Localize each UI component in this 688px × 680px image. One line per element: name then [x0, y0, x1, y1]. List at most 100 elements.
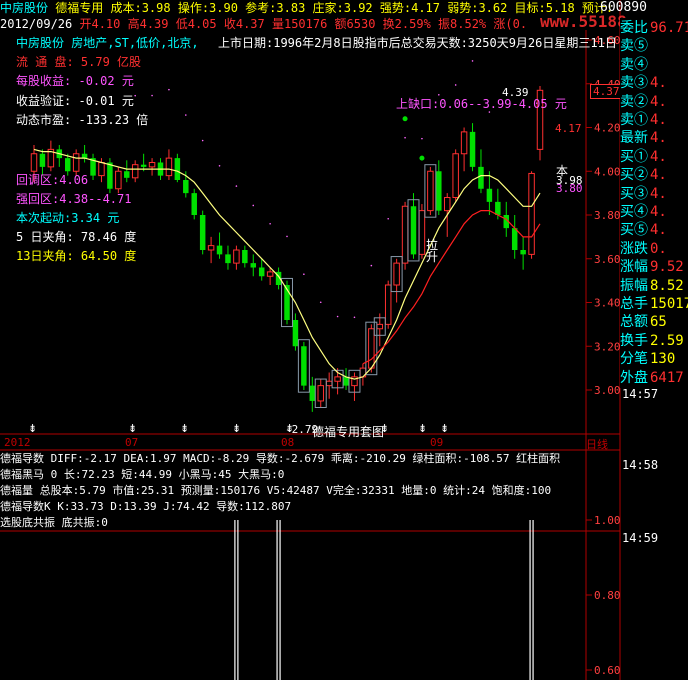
envelope-dot: [454, 84, 457, 86]
candle-body: [225, 254, 231, 264]
y-tick-label: 3.40: [594, 297, 621, 310]
quote-row: 分笔 130: [620, 349, 675, 369]
y-tick-label: 0.60: [594, 664, 621, 677]
quote-value: 65: [650, 314, 667, 331]
candle-body: [427, 170, 434, 212]
quote-row: 卖⑤: [620, 36, 650, 56]
quote-value: 9.52: [650, 259, 684, 276]
y-tick-label: 0.80: [594, 589, 621, 602]
candle-body: [469, 131, 476, 167]
candle-body: [410, 206, 417, 255]
candle-body: [207, 245, 215, 251]
quote-row: 总手 15017: [620, 294, 688, 314]
header-line1: 德福专用 成本:3.98 操作:3.90 参考:3.83 庄家:3.92 强势:…: [55, 1, 614, 15]
indicator-row-3[interactable]: 德福量 总股本:5.79 市值:25.31 预测量:150176 V5:4248…: [0, 483, 551, 499]
envelope-dot: [319, 301, 322, 304]
header-bar-2: 2012/09/26 开4.10 高4.39 低4.05 收4.37 量1501…: [0, 16, 620, 32]
quote-label: 卖⑤: [620, 38, 648, 55]
annot-lashen2: 升: [426, 250, 439, 264]
candle-body: [495, 201, 501, 215]
envelope-dot: [134, 94, 136, 97]
candle-body: [165, 157, 173, 177]
quote-row: 委比 96.71: [620, 18, 688, 38]
quote-row: 卖③ 4.: [620, 73, 667, 93]
gap-label: 上缺口:0.06--3.99-4.05 元: [396, 97, 567, 111]
stock-name[interactable]: 中房股份: [0, 1, 48, 15]
candle-body: [520, 250, 526, 255]
quote-label: 卖①: [620, 112, 648, 128]
quote-label: 总额: [620, 314, 648, 331]
quote-value: 4.: [650, 130, 667, 147]
time-1457: 14:57: [622, 387, 659, 401]
quote-label: 最新: [620, 130, 648, 147]
indicator-row-1[interactable]: 德福导数 DIFF:-2.17 DEA:1.97 MACD:-8.29 导数:-…: [0, 451, 560, 467]
envelope-dot: [286, 235, 288, 238]
quote-row: 振幅 8.52: [620, 276, 684, 296]
industry-line: 中房股份 房地产,ST,低价,北京,: [16, 36, 199, 50]
quote-value: 2.59: [650, 332, 684, 349]
candle-body: [460, 131, 468, 155]
signal-dot: [402, 116, 408, 122]
candle-body: [107, 162, 113, 189]
quote-label: 买⑤: [620, 222, 648, 239]
quote-value: 4.: [650, 112, 667, 128]
envelope-dot: [303, 273, 305, 276]
candle-body: [368, 328, 375, 369]
quote-row: 买① 4.: [620, 147, 667, 167]
annot-380: 3.80: [556, 182, 583, 195]
quote-row: 卖④: [620, 55, 650, 75]
quote-label: 卖③: [620, 75, 648, 92]
candle-body: [174, 158, 181, 180]
quote-value: 96.71: [650, 20, 688, 36]
candle-body: [393, 262, 400, 286]
candle-body: [81, 153, 88, 159]
y-tick-label: 3.00: [594, 384, 621, 397]
quote-row: 买④ 4.: [620, 202, 667, 222]
candle-body: [115, 170, 122, 190]
candle-body: [140, 164, 147, 167]
envelope-dot: [252, 204, 255, 207]
candle-body: [183, 180, 189, 194]
envelope-dot: [387, 217, 390, 220]
quote-value: 0.: [650, 240, 667, 257]
quote-value: 4.: [650, 75, 667, 92]
quote-label: 换手: [620, 332, 648, 349]
quote-label: 买②: [620, 167, 648, 184]
bottom-set-label: 德福专用套图: [312, 425, 385, 439]
candle-body: [452, 153, 459, 198]
envelope-dot: [336, 315, 339, 318]
y-tick-label: 3.80: [594, 209, 621, 222]
quote-row: 买⑤ 4.: [620, 220, 667, 240]
quote-value: 4.: [650, 167, 667, 184]
candle-body: [124, 171, 130, 178]
indicator-row-4[interactable]: 德福导数K K:33.73 D:13.39 J:74.42 导数:112.807: [0, 499, 291, 515]
candle-body: [72, 153, 80, 172]
time-arrow-marker: ⇟: [128, 422, 137, 435]
time-arrow-marker: ⇟: [440, 422, 449, 435]
candle-body: [191, 193, 197, 215]
signal-dot: [419, 155, 425, 161]
period-label[interactable]: 日线: [586, 436, 608, 452]
candle-body: [199, 215, 206, 250]
candle-body: [528, 172, 535, 255]
envelope-dot: [421, 137, 423, 140]
quote-row: 换手 2.59: [620, 331, 684, 351]
quote-row: 买② 4.: [620, 165, 667, 185]
candle-body: [511, 228, 518, 250]
income-label: 收益验证: -0.01 元: [16, 94, 134, 108]
indicator-row-5[interactable]: 选股底共振 底共振:0: [0, 515, 108, 531]
time-arrow-marker: ⇟: [180, 422, 189, 435]
candle-body: [384, 284, 392, 325]
indicator-row-2[interactable]: 德福黑马 0 长:72.23 短:44.99 小黑马:45 大黑马:0: [0, 467, 284, 483]
envelope-dot: [168, 88, 170, 91]
candle-body: [39, 153, 46, 167]
quote-label: 卖②: [620, 93, 648, 110]
quote-value: 130: [650, 351, 676, 368]
quote-label: 涨幅: [620, 259, 648, 276]
candle-body: [250, 263, 257, 268]
annot-417: 4.17: [555, 122, 582, 135]
time-axis-09: 09: [430, 436, 444, 449]
quote-row: 卖① 4.: [620, 110, 667, 130]
float-label: 流 通 盘: 5.79 亿股: [16, 55, 142, 69]
candle-body: [376, 323, 384, 330]
